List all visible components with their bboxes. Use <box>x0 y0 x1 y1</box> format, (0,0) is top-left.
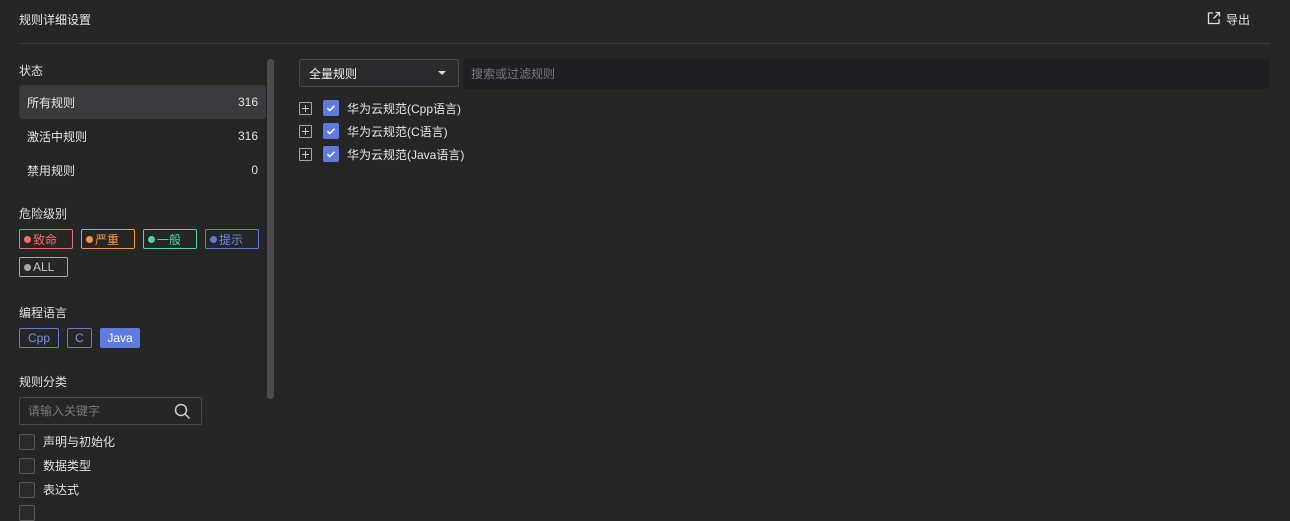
checkbox[interactable] <box>19 457 35 474</box>
checkbox[interactable] <box>19 505 35 521</box>
expand-plus-icon[interactable] <box>299 147 312 161</box>
dot-icon <box>148 235 155 243</box>
checkbox-checked[interactable] <box>323 123 339 139</box>
category-item[interactable]: 声明与初始化 <box>19 433 115 450</box>
filter-sidebar: 状态 所有规则 316 激活中规则 316 禁用规则 0 危险级别 致命 严重 … <box>19 44 267 521</box>
severity-section-title: 危险级别 <box>19 207 68 221</box>
page-title: 规则详细设置 <box>19 13 92 27</box>
rule-set-label: 华为云规范(C语言) <box>347 124 448 139</box>
rule-set-label: 华为云规范(Cpp语言) <box>347 101 462 116</box>
severity-label: 致命 <box>33 232 58 247</box>
status-item-count: 0 <box>251 163 258 177</box>
severity-normal-tag[interactable]: 一般 <box>143 229 197 249</box>
status-section-title: 状态 <box>19 64 44 78</box>
status-item-label: 所有规则 <box>27 95 76 110</box>
severity-all-tag[interactable]: ALL <box>19 257 68 277</box>
status-item-label: 激活中规则 <box>27 129 88 144</box>
category-search-input[interactable] <box>28 404 168 418</box>
export-label: 导出 <box>1225 13 1250 27</box>
tree-row: 华为云规范(Java语言) <box>299 145 464 163</box>
dot-icon <box>24 263 31 271</box>
status-item-active[interactable]: 激活中规则 316 <box>19 119 266 153</box>
category-item-label: 数据类型 <box>43 459 92 473</box>
category-search <box>19 397 202 425</box>
search-icon[interactable] <box>174 403 191 420</box>
category-item[interactable]: 表达式 <box>19 481 79 498</box>
severity-hint-tag[interactable]: 提示 <box>205 229 259 249</box>
severity-label: ALL <box>33 260 55 274</box>
category-section-title: 规则分类 <box>19 375 68 389</box>
sidebar-scrollbar[interactable] <box>267 59 274 399</box>
status-item-disabled[interactable]: 禁用规则 0 <box>19 153 266 187</box>
rule-filter <box>463 59 1270 89</box>
dot-icon <box>210 235 217 243</box>
tree-row: 华为云规范(C语言) <box>299 122 448 140</box>
severity-serious-tag[interactable]: 严重 <box>81 229 135 249</box>
language-section-title: 编程语言 <box>19 306 68 320</box>
header: 规则详细设置 导出 <box>19 0 1270 44</box>
checkbox[interactable] <box>19 433 35 450</box>
expand-plus-icon[interactable] <box>299 124 312 138</box>
severity-label: 一般 <box>157 232 182 247</box>
checkbox[interactable] <box>19 481 35 498</box>
check-icon <box>326 128 336 135</box>
checkbox-checked[interactable] <box>323 100 339 116</box>
rule-set-dropdown[interactable]: 全量规则 <box>299 59 459 87</box>
export-icon <box>1206 10 1222 29</box>
dot-icon <box>24 235 31 243</box>
severity-label: 严重 <box>95 232 120 247</box>
status-item-label: 禁用规则 <box>27 163 76 178</box>
check-icon <box>326 151 336 158</box>
status-item-count: 316 <box>237 95 258 109</box>
dropdown-value: 全量规则 <box>309 66 358 81</box>
export-button[interactable]: 导出 <box>1206 10 1250 29</box>
category-item[interactable]: 数据类型 <box>19 457 91 474</box>
language-c-tag[interactable]: C <box>67 328 92 348</box>
tree-row: 华为云规范(Cpp语言) <box>299 99 461 117</box>
check-icon <box>326 105 336 112</box>
category-item-partial[interactable] <box>19 505 35 521</box>
dot-icon <box>86 235 93 243</box>
severity-fatal-tag[interactable]: 致命 <box>19 229 73 249</box>
rule-filter-input[interactable] <box>471 67 1251 81</box>
category-item-label: 声明与初始化 <box>43 435 116 449</box>
status-item-count: 316 <box>237 129 258 143</box>
category-item-label: 表达式 <box>43 483 80 497</box>
rule-set-label: 华为云规范(Java语言) <box>347 147 465 162</box>
language-java-tag[interactable]: Java <box>100 328 140 348</box>
language-cpp-tag[interactable]: Cpp <box>19 328 59 348</box>
caret-down-icon <box>438 71 446 75</box>
severity-label: 提示 <box>219 232 244 247</box>
status-item-all[interactable]: 所有规则 316 <box>19 85 266 119</box>
checkbox-checked[interactable] <box>323 146 339 162</box>
expand-plus-icon[interactable] <box>299 101 312 115</box>
